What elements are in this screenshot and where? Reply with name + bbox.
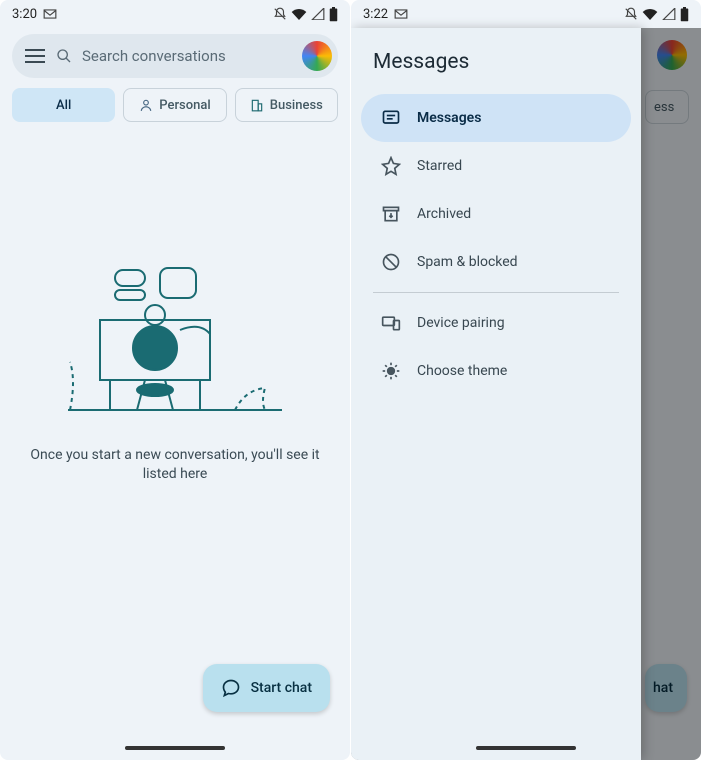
battery-icon [680, 7, 689, 22]
search-bar[interactable]: Search conversations [12, 34, 338, 78]
avatar[interactable] [302, 41, 332, 71]
status-time: 3:22 [363, 7, 388, 22]
screen-main: 3:20 Search conversations [0, 0, 350, 760]
nav-pill [125, 746, 225, 750]
battery-icon [329, 7, 338, 22]
wifi-icon [291, 8, 307, 20]
nav-drawer: Messages Messages Starred Archived Spam … [351, 28, 641, 760]
chip-label: All [56, 98, 71, 113]
chat-icon [221, 678, 241, 698]
filter-chips: All Personal Business [0, 84, 350, 130]
drawer-item-label: Spam & blocked [417, 254, 518, 270]
chip-all[interactable]: All [12, 88, 115, 122]
fab-label: Start chat [251, 680, 312, 696]
status-bar: 3:22 [351, 0, 701, 28]
theme-icon [381, 361, 401, 381]
drawer-item-messages[interactable]: Messages [361, 94, 631, 142]
start-chat-button[interactable]: Start chat [203, 664, 330, 712]
drawer-item-label: Archived [417, 206, 471, 222]
wifi-icon [642, 8, 658, 20]
drawer-item-label: Messages [417, 110, 481, 126]
screen-drawer: 3:22 ess hat Messages Messages [351, 0, 701, 760]
building-icon [250, 98, 264, 112]
dnd-icon [624, 6, 638, 22]
search-placeholder: Search conversations [82, 47, 292, 65]
chip-personal[interactable]: Personal [123, 88, 226, 122]
archive-icon [381, 204, 401, 224]
empty-illustration [60, 260, 290, 430]
gmail-icon [394, 8, 408, 20]
drawer-item-spam[interactable]: Spam & blocked [361, 238, 631, 286]
status-time: 3:20 [12, 7, 37, 22]
gmail-icon [43, 8, 57, 20]
drawer-title: Messages [351, 42, 641, 94]
devices-icon [381, 313, 401, 333]
drawer-item-pairing[interactable]: Device pairing [361, 299, 631, 347]
status-bar: 3:20 [0, 0, 350, 28]
block-icon [381, 252, 401, 272]
chip-label: Personal [159, 98, 210, 113]
drawer-item-label: Choose theme [417, 363, 507, 379]
person-icon [139, 98, 153, 112]
drawer-item-label: Starred [417, 158, 462, 174]
signal-icon [662, 8, 676, 20]
menu-icon[interactable] [24, 49, 46, 63]
drawer-item-archived[interactable]: Archived [361, 190, 631, 238]
signal-icon [311, 8, 325, 20]
drawer-separator [373, 292, 619, 293]
star-icon [381, 156, 401, 176]
empty-text: Once you start a new conversation, you'l… [24, 446, 326, 484]
nav-pill [476, 746, 576, 750]
drawer-item-starred[interactable]: Starred [361, 142, 631, 190]
drawer-item-theme[interactable]: Choose theme [361, 347, 631, 395]
chip-label: Business [270, 98, 323, 113]
chip-business[interactable]: Business [235, 88, 338, 122]
search-icon [56, 48, 72, 64]
drawer-item-label: Device pairing [417, 315, 505, 331]
messages-icon [381, 108, 401, 128]
dnd-icon [273, 6, 287, 22]
empty-state: Once you start a new conversation, you'l… [0, 130, 350, 484]
